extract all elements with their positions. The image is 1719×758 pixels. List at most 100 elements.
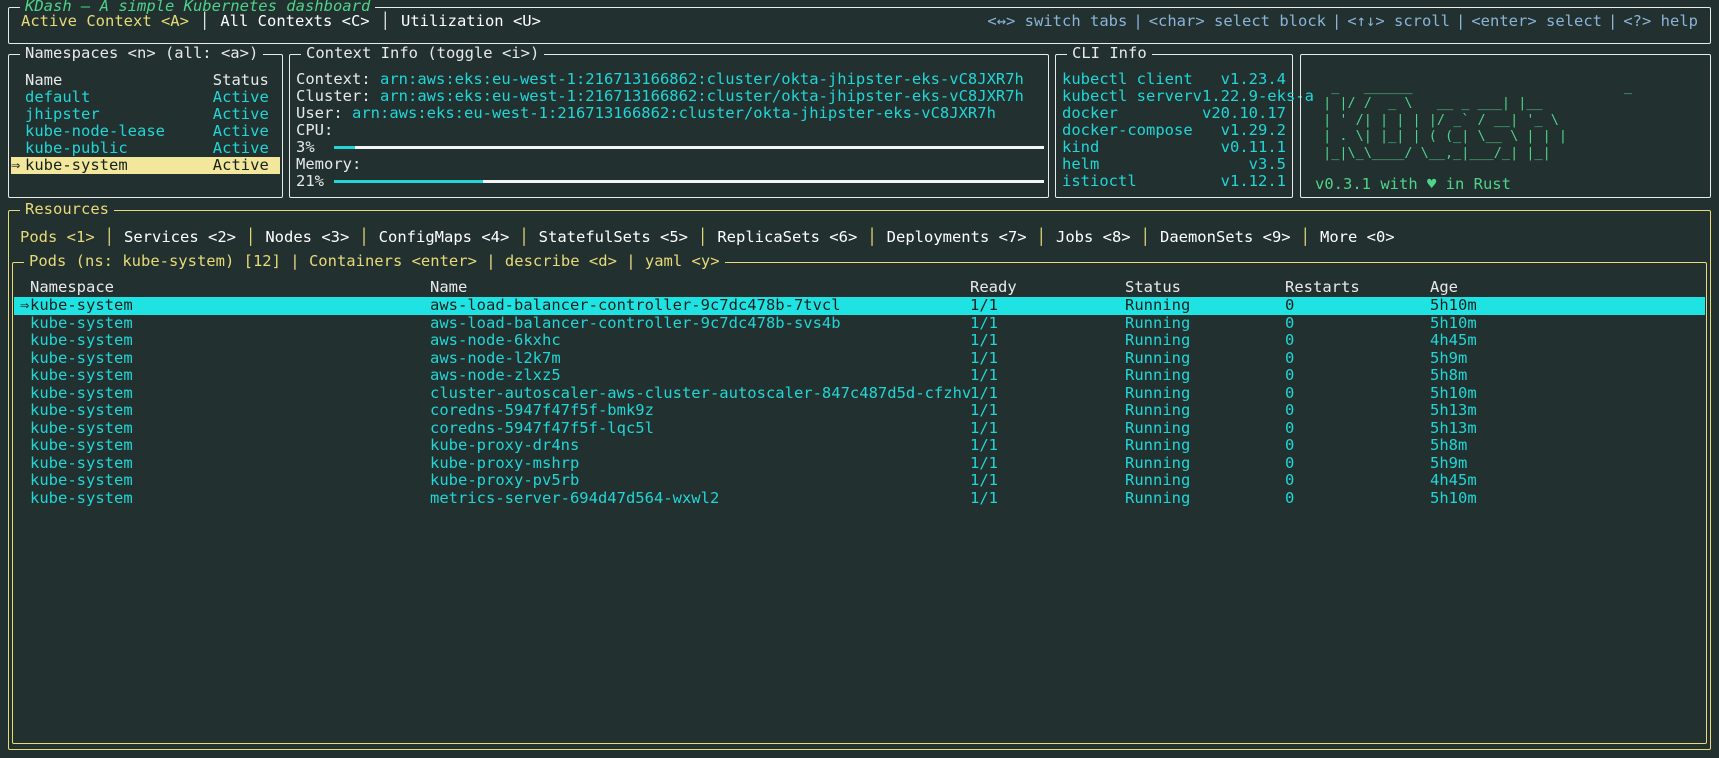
context-tab-2[interactable]: Utilization <U> [399,12,543,31]
context-tab-bar[interactable]: Active Context <A>│All Contexts <C>│Util… [19,12,543,31]
resource-tab-0[interactable]: Pods <1> [19,228,96,247]
pods-table-row[interactable]: kube-systemaws-node-l2k7m1/1Running05h9m [14,350,1705,368]
cpu-gauge-percent: 3% [296,139,334,156]
namespace-row[interactable]: kube-publicActive [11,140,280,157]
pods-column-header: Ready [970,279,1125,297]
context-row: Context: arn:aws:eks:eu-west-1:216713166… [296,71,1044,88]
resource-tab-1[interactable]: Services <2> [123,228,237,247]
pod-ready: 1/1 [970,350,1125,368]
pod-ready: 1/1 [970,472,1125,490]
namespace-row[interactable]: jhipsterActive [11,106,280,123]
namespaces-panel[interactable]: Namespaces <n> (all: <a>) NameStatusdefa… [8,54,283,198]
pod-age: 5h10m [1430,297,1550,315]
pod-status: Running [1125,385,1285,403]
row-arrow-spacer [14,315,30,333]
cli-info-row: helmv3.5 [1062,156,1286,173]
pod-status: Running [1125,420,1285,438]
namespaces-list[interactable]: NameStatusdefaultActivejhipsterActivekub… [11,72,280,174]
resource-tab-7[interactable]: Jobs <8> [1055,228,1132,247]
cli-info-row: kindv0.11.1 [1062,139,1286,156]
row-arrow-spacer [14,490,30,508]
context-tab-0[interactable]: Active Context <A> [19,12,191,31]
pod-ready: 1/1 [970,420,1125,438]
pod-restarts: 0 [1285,367,1430,385]
namespaces-header-row: NameStatus [11,72,280,89]
pod-namespace: kube-system [30,490,430,508]
pod-ready: 1/1 [970,437,1125,455]
pods-table-row[interactable]: kube-systemaws-node-zlxz51/1Running05h8m [14,367,1705,385]
pod-name: aws-load-balancer-controller-9c7dc478b-7… [430,297,970,315]
pod-namespace: kube-system [30,385,430,403]
context-tab-1[interactable]: All Contexts <C> [218,12,371,31]
pods-table-row[interactable]: kube-systemkube-proxy-pv5rb1/1Running04h… [14,472,1705,490]
namespace-status: Active [213,106,280,123]
pods-table-row[interactable]: kube-systemcoredns-5947f47f5f-bmk9z1/1Ru… [14,402,1705,420]
resource-tab-5[interactable]: ReplicaSets <6> [716,228,858,247]
cpu-row: CPU: [296,122,1044,139]
pods-table-row[interactable]: ⇒kube-systemaws-load-balancer-controller… [14,297,1705,315]
pods-table-header: NamespaceNameReadyStatusRestartsAge [14,279,1705,297]
cli-info-title: CLI Info [1067,44,1152,63]
resource-tab-8[interactable]: DaemonSets <9> [1159,228,1292,247]
tab-separator: │ [372,12,399,31]
pod-age: 4h45m [1430,332,1550,350]
pod-namespace: kube-system [30,402,430,420]
context-info-title: Context Info (toggle <i>) [301,44,544,63]
pod-restarts: 0 [1285,420,1430,438]
hint-4: <?> help [1623,12,1698,30]
namespace-row[interactable]: defaultActive [11,89,280,106]
logo-panel: _ ______ _ | |/ / _ \ __ _ ___| |__ | ' … [1300,54,1711,198]
pods-table-row[interactable]: kube-systemcoredns-5947f47f5f-lqc5l1/1Ru… [14,420,1705,438]
cli-tool-version: v1.23.4 [1221,71,1286,88]
resource-tab-2[interactable]: Nodes <3> [264,228,350,247]
pod-namespace: kube-system [30,420,430,438]
namespace-row[interactable]: ⇒kube-systemActive [11,157,280,174]
pod-name: cluster-autoscaler-aws-cluster-autoscale… [430,385,970,403]
pod-restarts: 0 [1285,472,1430,490]
resource-tab-bar[interactable]: Pods <1>│Services <2>│Nodes <3>│ConfigMa… [19,228,1396,247]
pod-age: 5h10m [1430,315,1550,333]
pods-table-body[interactable]: ⇒kube-systemaws-load-balancer-controller… [14,297,1705,507]
namespace-name: jhipster [25,106,213,123]
pod-namespace: kube-system [30,455,430,473]
pod-restarts: 0 [1285,332,1430,350]
row-arrow-spacer [14,385,30,403]
resource-tab-separator: │ [858,228,885,247]
pods-table-row[interactable]: kube-systemkube-proxy-mshrp1/1Running05h… [14,455,1705,473]
memory-gauge-track [334,180,1044,183]
row-arrow-spacer [14,420,30,438]
pod-status: Running [1125,367,1285,385]
pods-table-row[interactable]: kube-systemaws-node-6kxhc1/1Running04h45… [14,332,1705,350]
resource-tab-9[interactable]: More <0> [1319,228,1396,247]
pods-table-row[interactable]: kube-systemkube-proxy-dr4ns1/1Running05h… [14,437,1705,455]
pod-status: Running [1125,455,1285,473]
pods-table-row[interactable]: kube-systemmetrics-server-694d47d564-wxw… [14,490,1705,508]
resource-tab-3[interactable]: ConfigMaps <4> [378,228,511,247]
resource-tab-6[interactable]: Deployments <7> [886,228,1028,247]
cli-tool-version: v20.10.17 [1202,105,1286,122]
pod-status: Running [1125,315,1285,333]
resource-tab-4[interactable]: StatefulSets <5> [538,228,689,247]
memory-row: Memory: [296,156,1044,173]
pods-table-row[interactable]: kube-systemcluster-autoscaler-aws-cluste… [14,385,1705,403]
resource-tab-separator: │ [1292,228,1319,247]
pod-age: 5h9m [1430,350,1550,368]
pod-ready: 1/1 [970,315,1125,333]
row-arrow-spacer [14,472,30,490]
pod-name: kube-proxy-pv5rb [430,472,970,490]
cli-info-row: dockerv20.10.17 [1062,105,1286,122]
row-arrow-spacer [14,350,30,368]
pod-name: aws-node-6kxhc [430,332,970,350]
pod-age: 5h13m [1430,402,1550,420]
context-info-panel[interactable]: Context Info (toggle <i>) Context: arn:a… [289,54,1049,198]
memory-gauge-percent: 21% [296,173,334,190]
pod-ready: 1/1 [970,455,1125,473]
row-arrow-spacer [14,367,30,385]
resource-tab-separator: │ [1028,228,1055,247]
pods-table-panel[interactable]: Pods (ns: kube-system) [12] | Containers… [12,262,1707,744]
pod-ready: 1/1 [970,297,1125,315]
cli-tool-name: helm [1062,156,1099,173]
resource-tab-separator: │ [237,228,264,247]
namespace-row[interactable]: kube-node-leaseActive [11,123,280,140]
pods-table-row[interactable]: kube-systemaws-load-balancer-controller-… [14,315,1705,333]
